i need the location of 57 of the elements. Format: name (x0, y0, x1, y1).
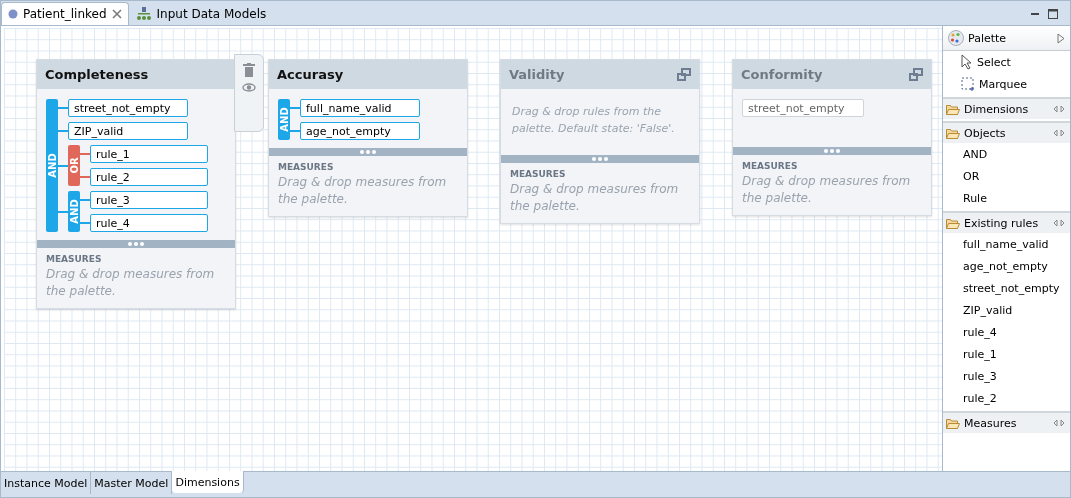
dimension-card[interactable]: Completeness AND street_not_empty ZIP_valid OR rule_1 rule_2 AND rule_3 rule_4 MEASURES Drag & drop measures from the palette. (36, 59, 236, 309)
page-tab[interactable]: Instance Model (1, 472, 92, 494)
measures-label: MEASURES (45, 253, 103, 264)
card-title: Accurasy (277, 67, 344, 82)
resize-handle[interactable] (269, 148, 467, 156)
maximize-icon[interactable] (1048, 9, 1058, 19)
measures-label: MEASURES (741, 160, 799, 171)
editor-tab[interactable]: Patient_linked (1, 2, 129, 25)
measures-hint: Drag & drop measures from the palette. (741, 173, 912, 207)
close-icon[interactable] (111, 9, 122, 19)
palette-item[interactable]: ZIP_valid (943, 299, 1070, 321)
measures-hint: Drag & drop measures from the palette. (277, 174, 448, 208)
pin-icon[interactable] (1053, 129, 1065, 137)
palette-item[interactable]: rule_2 (943, 387, 1070, 409)
dimension-card[interactable]: Accurasy AND full_name_valid age_not_empty MEASURES Drag & drop measures from the palette. (268, 59, 468, 217)
folder-icon (946, 417, 960, 429)
measures-hint: Drag & drop measures from the palette. (45, 266, 216, 300)
palette-item[interactable]: street_not_empty (943, 277, 1070, 299)
palette-drawer[interactable]: Existing rules (943, 211, 1070, 233)
palette-tool[interactable]: Select (943, 51, 1070, 73)
palette-icon (948, 30, 964, 46)
palette-title: Palette (968, 31, 1007, 45)
palette-item[interactable]: rule_4 (943, 321, 1070, 343)
measures-label: MEASURES (277, 161, 335, 172)
card-title: Conformity (741, 67, 823, 82)
palette-drawer[interactable]: Measures (943, 411, 1070, 433)
editor-tab[interactable]: Input Data Models (128, 2, 274, 25)
palette-item[interactable]: age_not_empty (943, 255, 1070, 277)
palette-drawer[interactable]: Dimensions (943, 97, 1070, 119)
palette-item[interactable]: Rule (943, 187, 1070, 209)
pin-icon[interactable] (1053, 105, 1065, 113)
palette-item[interactable]: rule_3 (943, 365, 1070, 387)
palette-item[interactable]: AND (943, 143, 1070, 165)
palette-tool[interactable]: Marquee (943, 73, 1070, 95)
palette-item[interactable]: OR (943, 165, 1070, 187)
trash-icon[interactable] (243, 63, 255, 77)
marquee-icon (961, 77, 975, 91)
rules-hint: Drag & drop rules from the palette. Default state: 'False'. (511, 104, 676, 137)
hierarchy-icon (135, 7, 152, 21)
measures-label: MEASURES (509, 168, 567, 179)
eye-icon[interactable] (242, 83, 256, 92)
card-title: Validity (509, 67, 565, 82)
expand-icon[interactable] (1057, 32, 1065, 44)
palette-item[interactable]: full_name_valid (943, 233, 1070, 255)
folder-icon (946, 217, 960, 229)
palette-item[interactable]: rule_1 (943, 343, 1070, 365)
folder-icon (946, 103, 960, 115)
pin-icon[interactable] (1053, 219, 1065, 227)
card-title: Completeness (45, 67, 149, 82)
resize-handle[interactable] (37, 240, 235, 248)
palette-drawer[interactable]: Objects (943, 121, 1070, 143)
pin-icon[interactable] (1053, 419, 1065, 427)
circle-icon (8, 9, 18, 19)
measures-hint: Drag & drop measures from the palette. (509, 181, 680, 215)
folder-icon (946, 127, 960, 139)
arrow-pointer-icon (961, 54, 973, 70)
page-tab[interactable]: Dimensions (172, 471, 244, 493)
